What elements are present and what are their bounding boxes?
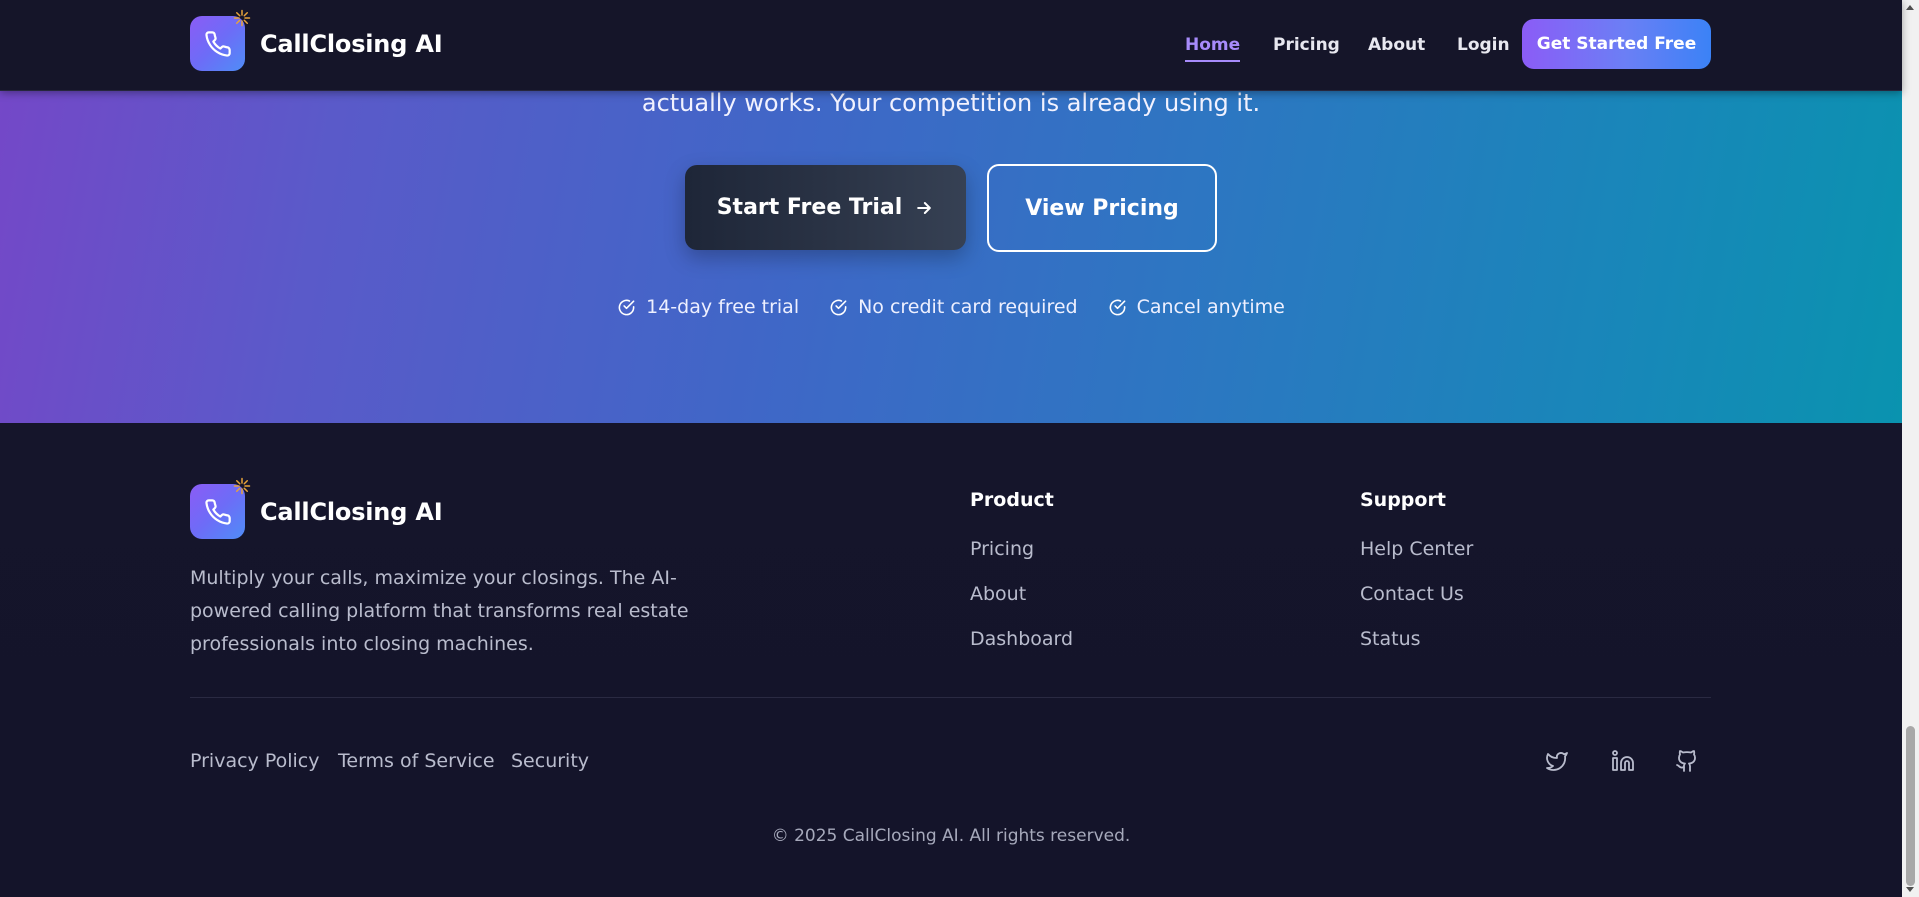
footer-link-pricing[interactable]: Pricing — [970, 538, 1034, 560]
nav-link-home[interactable]: Home — [1185, 35, 1241, 62]
twitter-icon[interactable] — [1543, 747, 1571, 775]
get-started-button[interactable]: Get Started Free — [1522, 19, 1711, 69]
footer-divider — [190, 697, 1711, 698]
product-column-title: Product — [970, 489, 1054, 511]
brand-logo[interactable]: CallClosing AI — [190, 9, 443, 71]
start-free-trial-button[interactable]: Start Free Trial — [685, 165, 966, 250]
hero-text: actually works. Your competition is alre… — [641, 89, 1261, 117]
brand-name: CallClosing AI — [260, 29, 443, 58]
phone-logo-icon — [190, 9, 251, 71]
check-circle-icon — [618, 299, 635, 315]
terms-of-service-link[interactable]: Terms of Service — [338, 750, 495, 772]
security-link[interactable]: Security — [511, 750, 589, 772]
nav-link-about[interactable]: About — [1368, 35, 1425, 55]
scroll-down-arrow[interactable] — [1906, 887, 1914, 892]
nav-link-login[interactable]: Login — [1457, 35, 1510, 55]
arrow-right-icon — [917, 201, 932, 214]
start-free-trial-label: Start Free Trial — [716, 195, 903, 220]
check-circle-icon — [830, 299, 847, 315]
perk-item: 14-day free trial — [617, 296, 799, 318]
scroll-up-arrow[interactable] — [1906, 5, 1914, 10]
scrollbar-thumb[interactable] — [1906, 726, 1915, 886]
privacy-policy-link[interactable]: Privacy Policy — [190, 750, 319, 772]
copyright-text: © 2025 CallClosing AI. All rights reserv… — [771, 826, 1131, 846]
page-scrollbar[interactable] — [1902, 0, 1919, 897]
linkedin-icon[interactable] — [1609, 747, 1637, 775]
perk-item: Cancel anytime — [1108, 296, 1285, 318]
view-pricing-button[interactable]: View Pricing — [987, 164, 1217, 252]
check-circle-icon — [1109, 299, 1126, 315]
footer-link-status[interactable]: Status — [1360, 628, 1421, 650]
footer-link-about[interactable]: About — [970, 583, 1026, 605]
footer-brand-logo[interactable]: CallClosing AI — [190, 477, 443, 539]
nav-link-pricing[interactable]: Pricing — [1273, 35, 1340, 55]
top-navbar: CallClosing AI Home Pricing About Login … — [0, 0, 1902, 91]
sparkle-icon — [233, 477, 251, 495]
perks-list: 14-day free trial No credit card require… — [0, 296, 1902, 318]
footer-description: Multiply your calls, maximize your closi… — [190, 567, 689, 655]
footer-brand-name: CallClosing AI — [260, 497, 443, 526]
support-column-title: Support — [1360, 489, 1446, 511]
phone-logo-icon — [190, 477, 251, 539]
footer-link-contact-us[interactable]: Contact Us — [1360, 583, 1464, 605]
perk-item: No credit card required — [829, 296, 1078, 318]
view-pricing-label: View Pricing — [1025, 195, 1179, 221]
footer-link-dashboard[interactable]: Dashboard — [970, 628, 1073, 650]
site-footer: CallClosing AI Multiply your calls, maxi… — [0, 423, 1902, 897]
github-icon[interactable] — [1673, 747, 1701, 775]
footer-link-help-center[interactable]: Help Center — [1360, 538, 1473, 560]
sparkle-icon — [233, 9, 251, 27]
